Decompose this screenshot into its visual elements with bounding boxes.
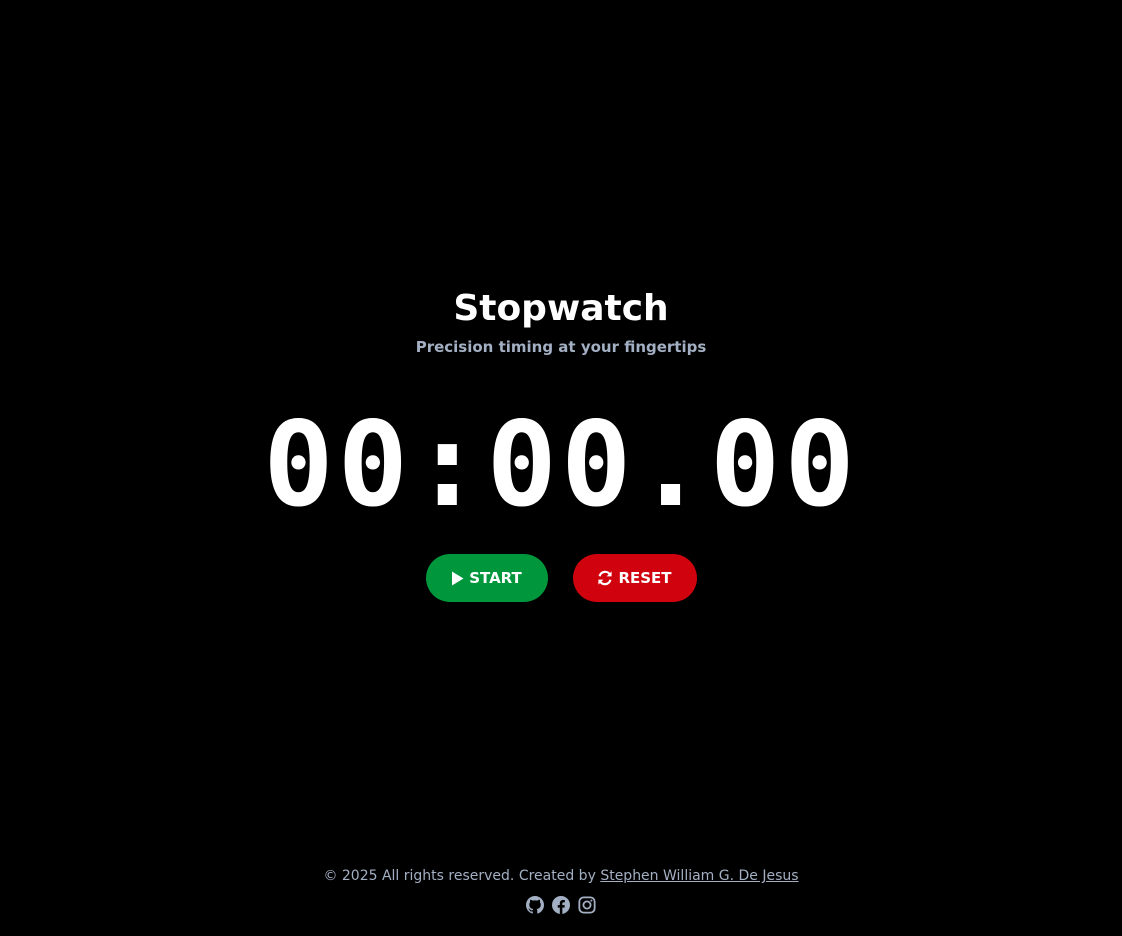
- copyright-text: © 2025 All rights reserved. Created by: [323, 868, 601, 884]
- start-button-label: START: [469, 569, 522, 587]
- start-button[interactable]: START: [425, 554, 548, 602]
- timer-controls: START RESET: [0, 554, 1122, 602]
- refresh-icon: [597, 570, 613, 586]
- instagram-icon[interactable]: [578, 896, 596, 914]
- page-subtitle: Precision timing at your fingertips: [415, 338, 707, 356]
- footer-copyright: © 2025 All rights reserved. Created by S…: [0, 866, 1122, 886]
- stopwatch-page: Stopwatch Precision timing at your finge…: [0, 0, 1122, 936]
- social-links: [0, 896, 1122, 914]
- github-icon[interactable]: [526, 896, 544, 914]
- play-icon: [451, 571, 464, 586]
- facebook-icon[interactable]: [552, 896, 570, 914]
- page-title: Stopwatch: [453, 288, 669, 329]
- author-link[interactable]: Stephen William G. De Jesus: [600, 868, 798, 884]
- timer-display: 00:00.00: [263, 396, 859, 533]
- reset-button[interactable]: RESET: [572, 554, 697, 602]
- reset-button-label: RESET: [618, 569, 672, 587]
